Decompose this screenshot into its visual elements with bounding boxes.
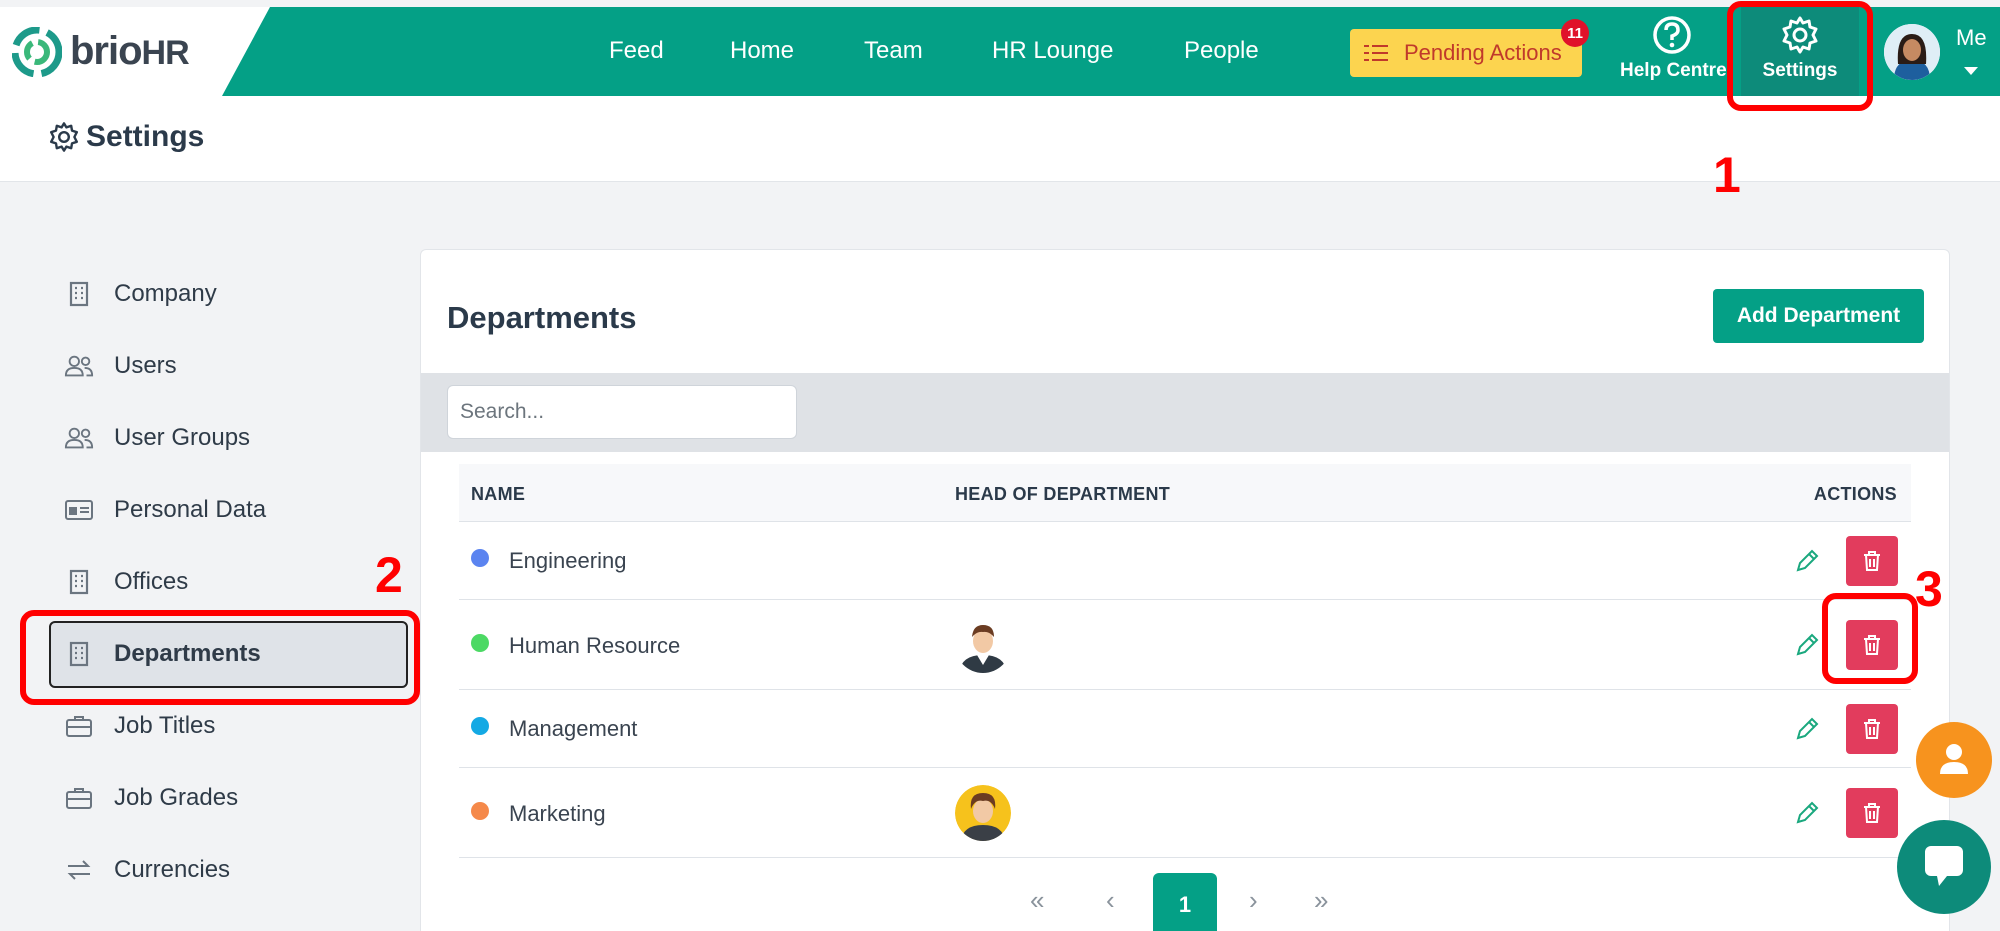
pagination-next[interactable]: › bbox=[1249, 885, 1258, 916]
column-head-of-department[interactable]: HEAD OF DEPARTMENT bbox=[955, 484, 1170, 505]
briefcase-icon bbox=[64, 783, 94, 813]
exchange-icon bbox=[64, 855, 94, 885]
brand-name: brioHR bbox=[70, 29, 190, 73]
color-dot bbox=[471, 634, 489, 652]
sidebar-item-label: Offices bbox=[114, 568, 189, 595]
department-name: Human Resource bbox=[509, 633, 681, 658]
sidebar-item-company[interactable]: Company bbox=[64, 274, 217, 314]
table-row[interactable]: Human Resource bbox=[459, 600, 1911, 690]
table-header: NAME HEAD OF DEPARTMENT ACTIONS bbox=[459, 464, 1911, 522]
help-centre-button[interactable]: Help Centre bbox=[1620, 15, 1727, 82]
user-avatar[interactable] bbox=[1884, 24, 1940, 80]
edit-pencil-icon[interactable] bbox=[1794, 632, 1820, 658]
department-name: Management bbox=[509, 716, 638, 741]
edit-pencil-icon[interactable] bbox=[1794, 800, 1820, 826]
nav-hr-lounge[interactable]: HR Lounge bbox=[992, 37, 1113, 65]
color-dot bbox=[471, 717, 489, 735]
annotation-box-settings bbox=[1727, 1, 1873, 111]
page-title: Settings bbox=[48, 120, 204, 154]
page-header: Settings bbox=[0, 96, 2000, 182]
brand-logo[interactable]: brioHR bbox=[0, 7, 270, 96]
departments-card: Departments Add Department NAME HEAD OF … bbox=[420, 249, 1950, 931]
column-name[interactable]: NAME bbox=[471, 484, 525, 505]
users-icon bbox=[64, 351, 94, 381]
annotation-box-departments bbox=[20, 610, 420, 705]
trash-icon bbox=[1864, 803, 1880, 823]
department-name: Engineering bbox=[509, 548, 627, 573]
departments-title: Departments bbox=[447, 300, 637, 335]
pagination-current-page[interactable]: 1 bbox=[1153, 873, 1217, 931]
sidebar-item-label: Currencies bbox=[114, 856, 231, 883]
building-icon bbox=[64, 279, 94, 309]
users-icon bbox=[64, 423, 94, 453]
color-dot bbox=[471, 802, 489, 820]
sidebar-item-users[interactable]: Users bbox=[64, 346, 177, 386]
id-card-icon bbox=[64, 495, 94, 525]
pending-actions-label: Pending Actions bbox=[1404, 40, 1562, 65]
chevron-down-icon[interactable] bbox=[1964, 67, 1978, 75]
sidebar-item-personal-data[interactable]: Personal Data bbox=[64, 490, 266, 530]
settings-sidebar: Company Users User Groups Personal Data … bbox=[0, 182, 420, 931]
sidebar-item-label: Personal Data bbox=[114, 496, 267, 523]
chat-fab[interactable] bbox=[1897, 820, 1991, 914]
search-bar bbox=[421, 373, 1949, 452]
checklist-icon bbox=[1364, 43, 1388, 63]
table-row[interactable]: Marketing bbox=[459, 768, 1911, 858]
chat-icon bbox=[1925, 846, 1963, 886]
color-dot bbox=[471, 549, 489, 567]
page-title-text: Settings bbox=[86, 120, 205, 153]
table-row[interactable]: Engineering bbox=[459, 522, 1911, 600]
pending-count-badge: 11 bbox=[1561, 19, 1589, 47]
edit-pencil-icon[interactable] bbox=[1794, 548, 1820, 574]
department-name: Marketing bbox=[509, 801, 606, 826]
edit-pencil-icon[interactable] bbox=[1794, 716, 1820, 742]
column-actions: ACTIONS bbox=[1813, 484, 1897, 504]
sidebar-item-job-grades[interactable]: Job Grades bbox=[64, 778, 238, 818]
pagination-last[interactable]: » bbox=[1314, 885, 1328, 916]
sidebar-item-label: Company bbox=[114, 280, 217, 307]
pending-actions-button[interactable]: Pending Actions bbox=[1350, 29, 1582, 77]
person-icon bbox=[1940, 744, 1968, 774]
sidebar-item-label: User Groups bbox=[114, 424, 251, 451]
trash-icon bbox=[1864, 719, 1880, 739]
nav-people[interactable]: People bbox=[1184, 37, 1259, 65]
delete-button[interactable] bbox=[1846, 704, 1898, 754]
head-avatar[interactable] bbox=[955, 785, 1011, 841]
head-avatar[interactable] bbox=[955, 617, 1011, 673]
gear-icon bbox=[50, 122, 78, 152]
me-label[interactable]: Me bbox=[1956, 25, 1987, 51]
pagination-first[interactable]: « bbox=[1030, 885, 1044, 916]
brio-logo-icon bbox=[12, 26, 62, 77]
sidebar-item-user-groups[interactable]: User Groups bbox=[64, 418, 250, 458]
top-navbar: brioHR Feed Home Team HR Lounge People P… bbox=[0, 7, 2000, 96]
trash-icon bbox=[1864, 551, 1880, 571]
briefcase-icon bbox=[64, 711, 94, 741]
sidebar-item-label: Users bbox=[114, 352, 177, 379]
annotation-box-delete bbox=[1822, 593, 1918, 684]
sidebar-item-label: Job Grades bbox=[114, 784, 239, 811]
annotation-number: 1 bbox=[1713, 147, 1741, 203]
help-icon bbox=[1653, 16, 1691, 54]
building-icon bbox=[64, 567, 94, 597]
annotation-number: 3 bbox=[1915, 561, 1943, 617]
add-department-button[interactable]: Add Department bbox=[1713, 289, 1924, 343]
sidebar-item-label: Job Titles bbox=[114, 712, 216, 739]
contact-fab[interactable] bbox=[1916, 722, 1992, 798]
nav-home[interactable]: Home bbox=[730, 37, 794, 65]
delete-button[interactable] bbox=[1846, 536, 1898, 586]
pagination-prev[interactable]: ‹ bbox=[1106, 885, 1115, 916]
nav-team[interactable]: Team bbox=[864, 37, 923, 65]
table-row[interactable]: Management bbox=[459, 690, 1911, 768]
sidebar-item-job-titles[interactable]: Job Titles bbox=[64, 706, 215, 746]
delete-button[interactable] bbox=[1846, 788, 1898, 838]
search-input[interactable] bbox=[447, 385, 797, 439]
help-centre-label: Help Centre bbox=[1620, 60, 1727, 81]
sidebar-item-offices[interactable]: Offices bbox=[64, 562, 188, 602]
sidebar-item-currencies[interactable]: Currencies bbox=[64, 850, 230, 890]
nav-feed[interactable]: Feed bbox=[609, 37, 664, 65]
annotation-number: 2 bbox=[375, 547, 403, 603]
